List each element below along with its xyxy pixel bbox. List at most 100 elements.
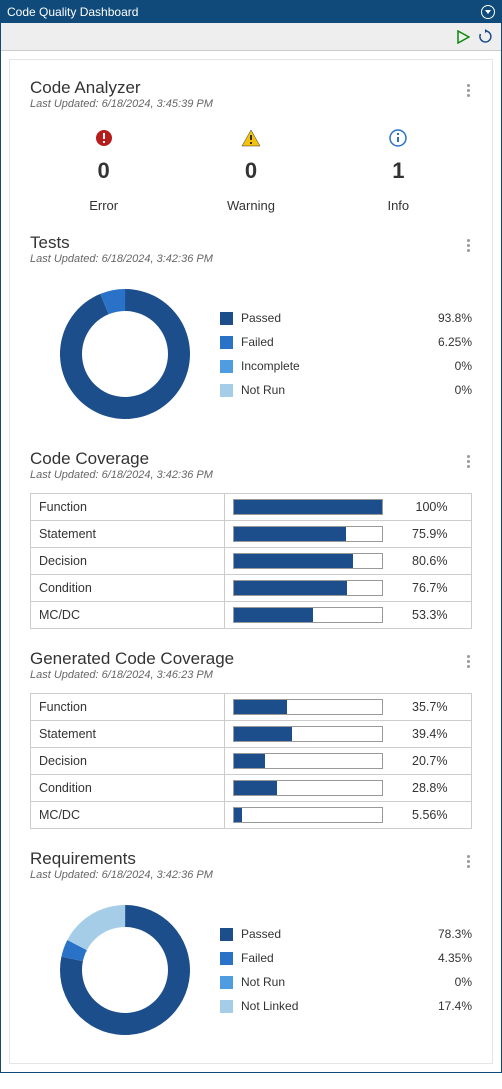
coverage-bar-cell: 20.7% [225, 748, 472, 775]
coverage-section: Code Coverage Last Updated: 6/18/2024, 3… [30, 449, 472, 629]
legend-label: Incomplete [241, 359, 422, 373]
tests-legend-row[interactable]: Passed93.8% [220, 311, 472, 325]
requirements-section: Requirements Last Updated: 6/18/2024, 3:… [30, 849, 472, 1045]
requirements-legend-row[interactable]: Failed4.35% [220, 951, 472, 965]
analyzer-title: Code Analyzer [30, 78, 472, 98]
coverage-bar-cell: 5.56% [225, 802, 472, 829]
table-row[interactable]: MC/DC 5.56% [31, 802, 472, 829]
legend-label: Passed [241, 311, 422, 325]
table-row[interactable]: Condition 28.8% [31, 775, 472, 802]
coverage-menu-button[interactable] [467, 453, 470, 470]
stat-info-label: Info [325, 198, 472, 213]
tests-updated: Last Updated: 6/18/2024, 3:42:36 PM [30, 253, 472, 265]
stat-warning[interactable]: 0 Warning [177, 128, 324, 213]
requirements-legend-row[interactable]: Not Run0% [220, 975, 472, 989]
coverage-bar-cell: 76.7% [225, 575, 472, 602]
requirements-legend: Passed78.3% Failed4.35% Not Run0% Not Linke… [220, 927, 472, 1013]
coverage-value: 20.7% [383, 754, 452, 768]
coverage-table: Function 100% Statement75.9%Decision 80.6% C… [30, 493, 472, 629]
coverage-metric-label: MC/DC [31, 802, 225, 829]
stat-error[interactable]: 0 Error [30, 128, 177, 213]
play-icon [456, 30, 470, 44]
tests-title: Tests [30, 233, 472, 253]
analyzer-stats: 0 Error 0 Warning 1 Info [30, 128, 472, 213]
legend-value: 78.3% [422, 927, 472, 941]
coverage-metric-label: Function [31, 494, 225, 521]
coverage-metric-label: Function [31, 694, 225, 721]
tests-legend-row[interactable]: Not Run0% [220, 383, 472, 397]
legend-label: Passed [241, 927, 422, 941]
table-row[interactable]: Function 35.7% [31, 694, 472, 721]
coverage-value: 80.6% [383, 554, 452, 568]
legend-label: Failed [241, 335, 422, 349]
legend-label: Not Run [241, 383, 422, 397]
legend-label: Failed [241, 951, 422, 965]
tests-legend-row[interactable]: Failed6.25% [220, 335, 472, 349]
dashboard-window: Code Quality Dashboard Code Analyzer Las… [0, 0, 502, 1073]
coverage-bar-cell: 35.7% [225, 694, 472, 721]
table-row[interactable]: MC/DC 53.3% [31, 602, 472, 629]
coverage-metric-label: Decision [31, 548, 225, 575]
analyzer-section: Code Analyzer Last Updated: 6/18/2024, 3… [30, 78, 472, 213]
coverage-metric-label: Statement [31, 721, 225, 748]
gencoverage-menu-button[interactable] [467, 653, 470, 670]
stat-warning-value: 0 [177, 158, 324, 184]
tests-donut-chart[interactable] [50, 279, 200, 429]
table-row[interactable]: Decision20.7% [31, 748, 472, 775]
table-row[interactable]: Statement 39.4% [31, 721, 472, 748]
requirements-donut-chart[interactable] [50, 895, 200, 1045]
coverage-value: 39.4% [383, 727, 452, 741]
analyzer-menu-button[interactable] [467, 82, 470, 99]
table-row[interactable]: Function 100% [31, 494, 472, 521]
stat-info[interactable]: 1 Info [325, 128, 472, 213]
coverage-bar-cell: 53.3% [225, 602, 472, 629]
legend-value: 0% [422, 359, 472, 373]
legend-swatch [220, 976, 233, 989]
table-row[interactable]: Statement75.9% [31, 521, 472, 548]
legend-value: 93.8% [422, 311, 472, 325]
stat-warning-label: Warning [177, 198, 324, 213]
window-title: Code Quality Dashboard [7, 5, 138, 19]
run-button[interactable] [456, 30, 470, 44]
tests-legend: Passed93.8%Failed6.25%Incomplete0%Not Ru… [220, 311, 472, 397]
coverage-metric-label: Condition [31, 775, 225, 802]
requirements-title: Requirements [30, 849, 472, 869]
refresh-icon [478, 29, 493, 44]
gencoverage-title: Generated Code Coverage [30, 649, 472, 669]
legend-swatch [220, 312, 233, 325]
tests-section: Tests Last Updated: 6/18/2024, 3:42:36 P… [30, 233, 472, 429]
gencoverage-section: Generated Code Coverage Last Updated: 6/… [30, 649, 472, 829]
coverage-value: 28.8% [383, 781, 452, 795]
coverage-title: Code Coverage [30, 449, 472, 469]
coverage-value: 75.9% [383, 527, 452, 541]
legend-value: 0% [422, 383, 472, 397]
content-area: Code Analyzer Last Updated: 6/18/2024, 3… [9, 59, 493, 1064]
legend-label: Not Linked [241, 999, 422, 1013]
refresh-button[interactable] [478, 29, 493, 44]
coverage-bar-cell: 80.6% [225, 548, 472, 575]
titlebar: Code Quality Dashboard [1, 1, 501, 23]
coverage-value: 76.7% [383, 581, 452, 595]
requirements-legend-row[interactable]: Not Linked17.4% [220, 999, 472, 1013]
coverage-value: 35.7% [383, 700, 452, 714]
dropdown-icon[interactable] [481, 5, 495, 19]
legend-swatch [220, 952, 233, 965]
legend-label: Not Run [241, 975, 422, 989]
requirements-menu-button[interactable] [467, 853, 470, 870]
legend-swatch [220, 384, 233, 397]
tests-legend-row[interactable]: Incomplete0% [220, 359, 472, 373]
coverage-value: 5.56% [383, 808, 452, 822]
legend-swatch [220, 928, 233, 941]
coverage-value: 53.3% [383, 608, 452, 622]
info-icon [325, 128, 472, 148]
table-row[interactable]: Condition 76.7% [31, 575, 472, 602]
coverage-metric-label: Condition [31, 575, 225, 602]
table-row[interactable]: Decision 80.6% [31, 548, 472, 575]
legend-swatch [220, 1000, 233, 1013]
tests-menu-button[interactable] [467, 237, 470, 254]
toolbar [1, 23, 501, 51]
coverage-value: 100% [383, 500, 452, 514]
analyzer-updated: Last Updated: 6/18/2024, 3:45:39 PM [30, 98, 472, 110]
coverage-metric-label: MC/DC [31, 602, 225, 629]
requirements-legend-row[interactable]: Passed78.3% [220, 927, 472, 941]
